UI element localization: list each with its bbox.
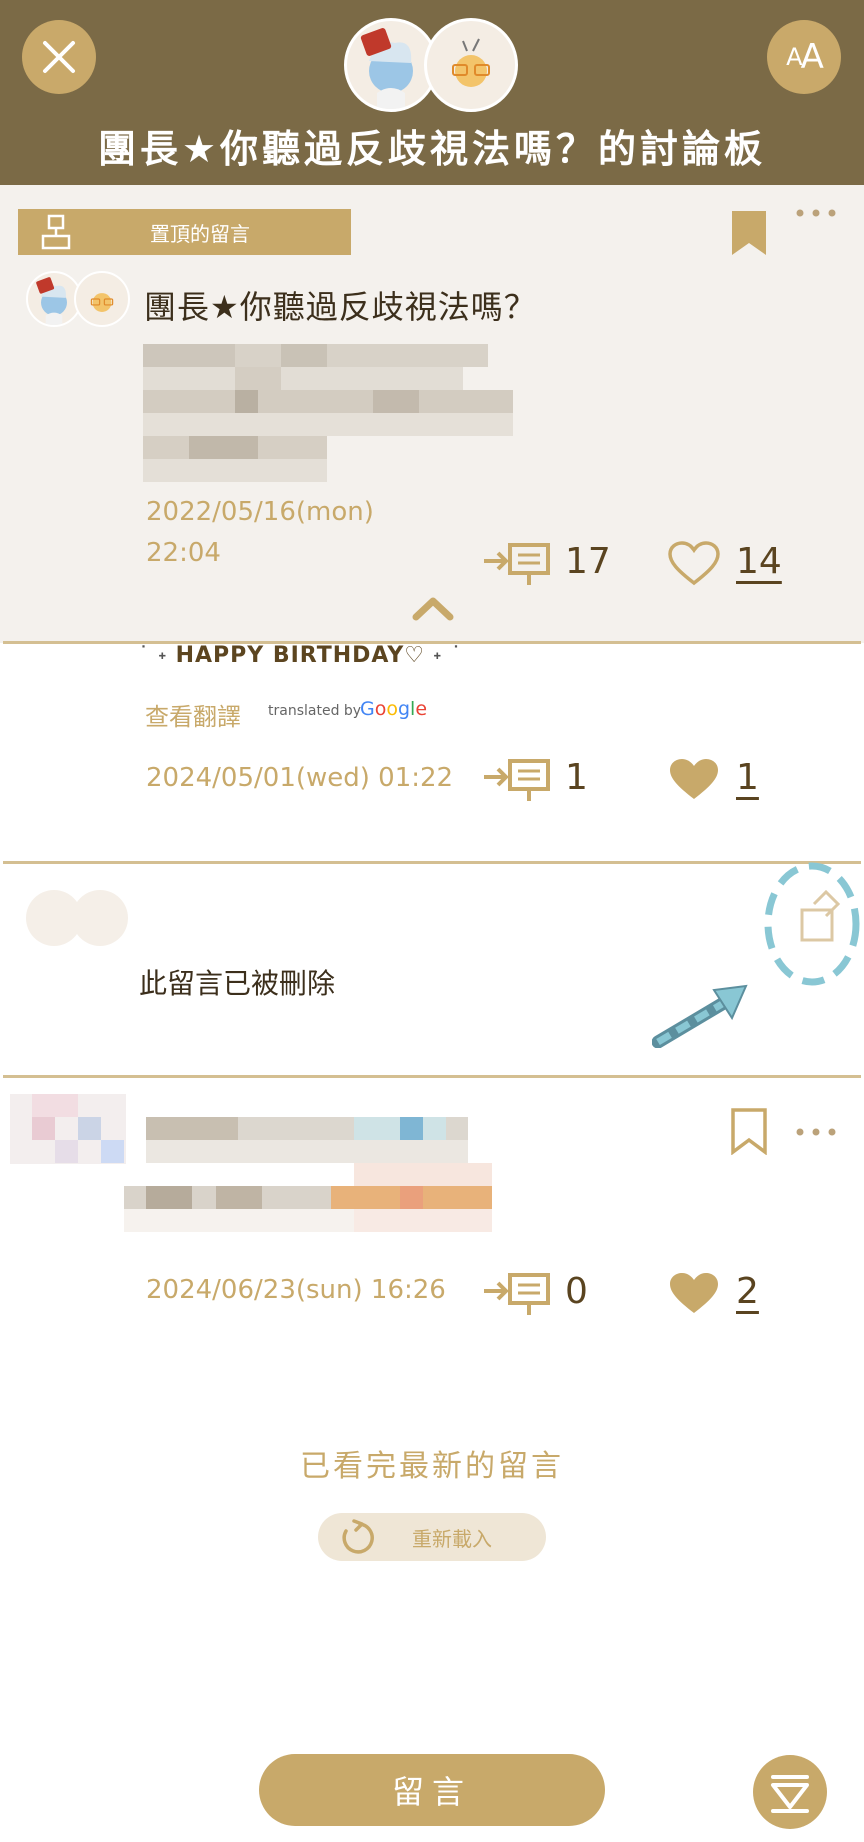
deleted-comment-text: 此留言已被刪除: [139, 967, 336, 1000]
blurred-avatar: [10, 1094, 126, 1164]
page-title: 團長★你聽過反歧視法嗎？的討論板: [97, 127, 767, 171]
avatar: [424, 18, 518, 112]
reply-icon[interactable]: [482, 541, 552, 587]
highlight-circle: [764, 862, 860, 986]
chevron-up-icon[interactable]: [412, 595, 454, 621]
avatar: [72, 890, 128, 946]
pinned-post: 置頂的留言 團長★你聽過反歧視法嗎？ 2022/05/16(mon) 22:04…: [0, 185, 864, 643]
more-options-icon[interactable]: [794, 1126, 838, 1138]
post-time: 22:04: [146, 538, 221, 568]
comment-text-content: HAPPY BIRTHDAY♡: [175, 643, 425, 668]
comment-text: ˙ ˖ HAPPY BIRTHDAY♡ ˖ ˙: [138, 643, 463, 668]
comment-datetime: 2024/05/01(wed) 01:22: [146, 763, 454, 793]
pinned-tag: 置頂的留言: [18, 209, 351, 255]
reply-icon[interactable]: [482, 757, 552, 803]
avatar: [74, 271, 130, 327]
blurred-content: [143, 344, 513, 484]
reload-icon: [342, 1519, 374, 1554]
divider: [3, 1075, 861, 1078]
sparkle-left: ˙ ˖: [138, 643, 176, 668]
reply-icon[interactable]: [482, 1271, 552, 1317]
translated-by-label: translated by: [268, 703, 362, 719]
font-size-button[interactable]: AA: [767, 20, 841, 94]
translate-link[interactable]: 查看翻譯: [145, 697, 241, 732]
pinned-post-title: 團長★你聽過反歧視法嗎？: [144, 288, 537, 326]
bookmark-outline-icon[interactable]: [730, 1107, 768, 1155]
comment-datetime: 2024/06/23(sun) 16:26: [146, 1275, 446, 1305]
discussion-board-page: AA 團長★你聽過反歧視法嗎？的討論板 置頂的留言 團長★你聽過反歧視法嗎？ 2…: [0, 0, 864, 1842]
reply-count: 17: [565, 541, 611, 582]
like-count[interactable]: 2: [736, 1271, 759, 1312]
annotation-arrow-icon: [652, 984, 748, 1048]
pinned-tag-label: 置頂的留言: [150, 221, 250, 246]
scroll-to-bottom-icon: [771, 1775, 809, 1813]
heart-filled-icon[interactable]: [667, 1270, 721, 1316]
divider: [3, 861, 861, 864]
header-avatar-group: [344, 18, 520, 112]
reply-count: 0: [565, 1271, 588, 1312]
sparkle-right: ˖ ˙: [425, 643, 463, 668]
heart-outline-icon[interactable]: [667, 540, 721, 586]
heart-filled-icon[interactable]: [667, 756, 721, 802]
header-bar: AA 團長★你聽過反歧視法嗎？的討論板: [0, 0, 864, 185]
like-count[interactable]: 1: [736, 757, 759, 798]
bookmark-filled-icon[interactable]: [730, 209, 768, 257]
scroll-to-bottom-button[interactable]: [753, 1755, 827, 1829]
reload-label: 重新載入: [412, 1526, 492, 1551]
more-options-icon[interactable]: [794, 207, 838, 219]
font-size-small-letter: A: [786, 43, 802, 71]
close-button[interactable]: [22, 20, 96, 94]
google-logo: Google: [360, 698, 428, 720]
blurred-content: [124, 1117, 494, 1235]
like-count[interactable]: 14: [736, 541, 782, 582]
reply-count: 1: [565, 757, 588, 798]
post-date: 2022/05/16(mon): [146, 497, 374, 527]
close-icon: [43, 41, 75, 73]
font-size-large-letter: A: [800, 37, 824, 77]
all-loaded-message: 已看完最新的留言: [300, 1449, 564, 1484]
reload-button[interactable]: 重新載入: [318, 1513, 546, 1561]
comment-button[interactable]: 留言: [259, 1754, 605, 1826]
share-icon[interactable]: [762, 862, 862, 990]
pin-icon: [41, 214, 71, 250]
